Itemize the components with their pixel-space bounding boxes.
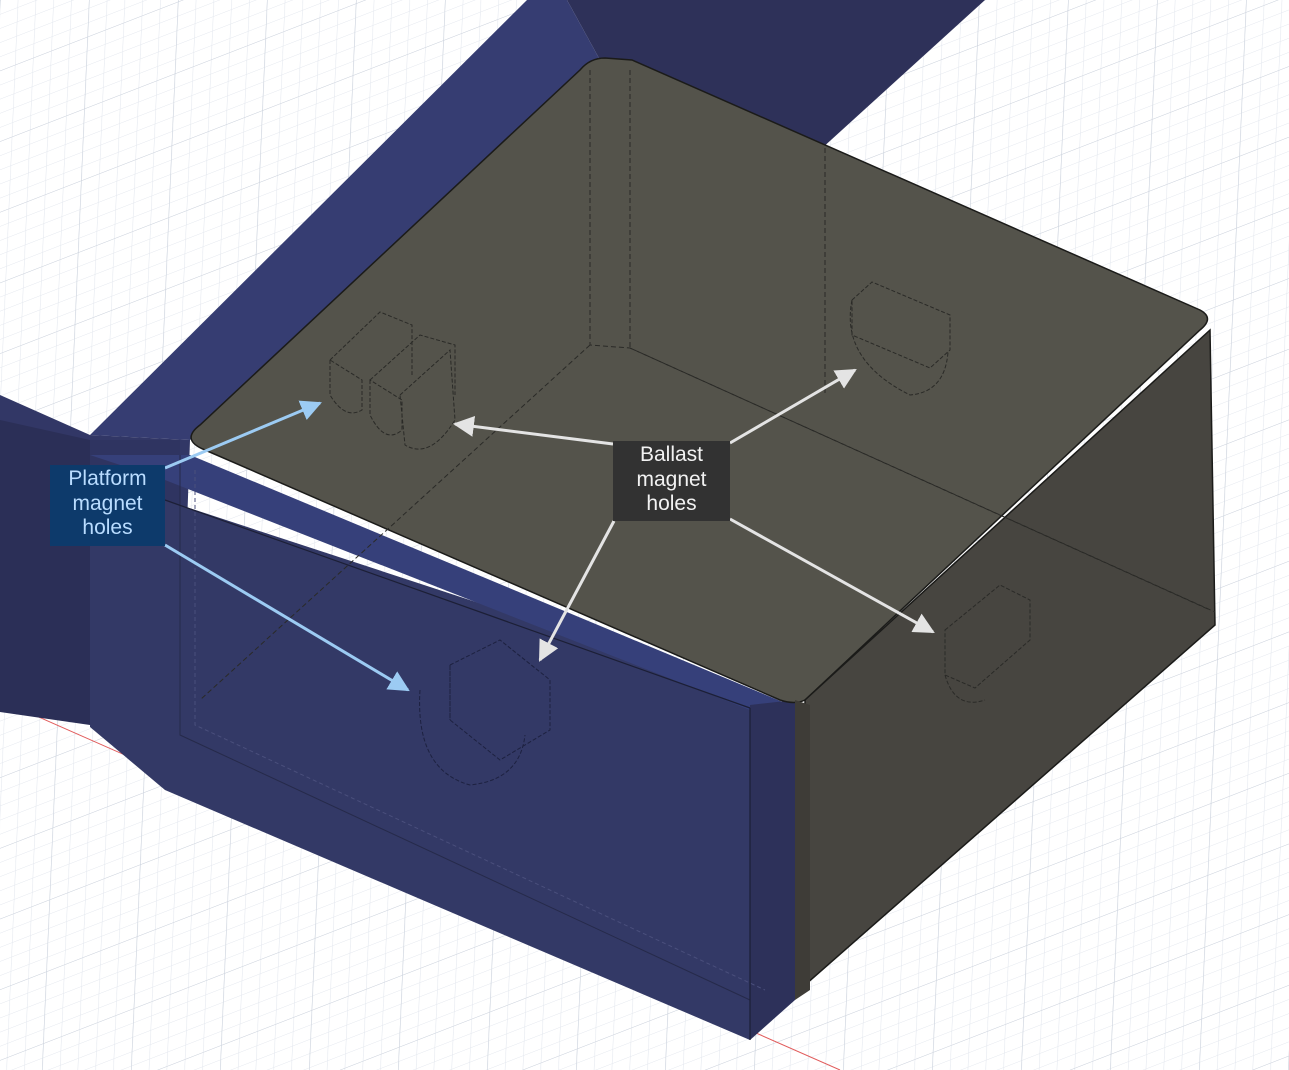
- ballast-label-line-1: Ballast: [639, 443, 704, 466]
- platform-magnet-holes-label: Platform magnet holes: [50, 465, 165, 546]
- ballast-label-line-2: magnet: [636, 467, 707, 491]
- platform-label-line-3: holes: [82, 516, 133, 539]
- platform-label-line-1: Platform: [68, 467, 147, 490]
- ballast-label-line-3: holes: [646, 492, 697, 515]
- ballast-magnet-holes-label: Ballast magnet holes: [613, 441, 730, 521]
- cad-viewport[interactable]: [0, 0, 1289, 1070]
- platform-label-line-2: magnet: [72, 491, 143, 515]
